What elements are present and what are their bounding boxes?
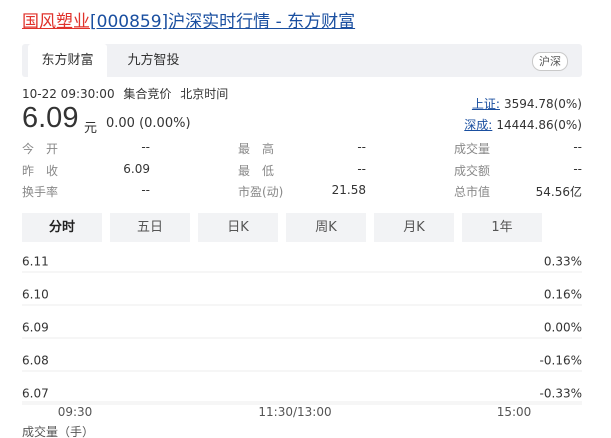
stat-label-open: 今 开	[22, 142, 59, 156]
x-tick-label: 15:00	[497, 405, 532, 419]
price-change: 0.00 (0.00%)	[106, 116, 191, 131]
stat-value-turnover-rate: --	[141, 183, 150, 197]
stat-value-low: --	[357, 162, 366, 176]
intraday-chart: 6.11 6.10 6.09 6.08 6.07 0.33% 0.16% 0.00% -0.16…	[22, 255, 582, 438]
page-title[interactable]: 国风塑业[000859]沪深实时行情 - 东方财富	[22, 10, 355, 34]
volume-panel-label: 成交量（手）	[22, 424, 94, 438]
y-right-tick-label: 0.16%	[544, 288, 582, 302]
index-value: 3594.78(0%)	[503, 97, 582, 111]
stat-label-low: 最 低	[238, 164, 275, 178]
y-tick-label: 6.09	[22, 321, 49, 335]
tab-jiufangzhitou[interactable]: 九方智投	[114, 44, 193, 77]
current-price: 6.09	[22, 102, 79, 134]
stat-value-prev-close: 6.09	[123, 162, 150, 176]
quote-timezone: 北京时间	[180, 87, 229, 101]
index-shanghai[interactable]: 上证: 3594.78(0%)	[472, 95, 582, 112]
tab-intraday[interactable]: 分时	[22, 213, 102, 242]
tab-one-year[interactable]: 1年	[462, 213, 542, 242]
stat-value-turnover: --	[573, 162, 582, 176]
title-link[interactable]: [000859]沪深实时行情 - 东方财富	[90, 12, 355, 32]
index-name[interactable]: 深成:	[464, 118, 492, 132]
stat-label-market-cap: 总市值	[454, 185, 491, 199]
tab-monthly-k[interactable]: 月K	[374, 213, 454, 242]
index-shenzhen[interactable]: 深成: 14444.86(0%)	[464, 116, 582, 133]
stat-value-market-cap: 54.56亿	[535, 185, 582, 199]
stat-label-turnover-rate: 换手率	[22, 185, 59, 199]
source-tab-bar: 东方财富 九方智投 沪深	[22, 44, 582, 77]
stat-value-open: --	[141, 140, 150, 154]
stat-label-turnover: 成交额	[454, 164, 491, 178]
stat-value-volume: --	[573, 140, 582, 154]
y-right-tick-label: 0.33%	[544, 255, 582, 269]
market-badge[interactable]: 沪深	[532, 52, 568, 71]
x-tick-label: 09:30	[58, 405, 93, 419]
x-tick-label: 11:30/13:00	[258, 405, 331, 419]
stat-value-high: --	[357, 140, 366, 154]
tab-weekly-k[interactable]: 周K	[286, 213, 366, 242]
y-tick-label: 6.11	[22, 255, 49, 269]
quote-time: 10-22 09:30:00	[22, 87, 115, 101]
stat-value-pe: 21.58	[331, 183, 366, 197]
stat-label-high: 最 高	[238, 142, 275, 156]
stat-label-volume: 成交量	[454, 142, 491, 156]
index-value: 14444.86(0%)	[496, 118, 582, 132]
tab-dongfangcaifu[interactable]: 东方财富	[28, 44, 107, 77]
y-right-tick-label: 0.00%	[544, 321, 582, 335]
stock-name-link[interactable]: 国风塑业	[22, 12, 90, 32]
index-name[interactable]: 上证:	[472, 97, 500, 111]
y-tick-label: 6.10	[22, 288, 49, 302]
tab-five-day[interactable]: 五日	[110, 213, 190, 242]
quote-status: 集合竞价	[123, 87, 172, 101]
stat-label-prev-close: 昨 收	[22, 164, 59, 178]
y-right-tick-label: -0.16%	[540, 354, 582, 368]
y-tick-label: 6.07	[22, 387, 49, 401]
y-tick-label: 6.08	[22, 354, 49, 368]
quote-time-line: 10-22 09:30:00 集合竞价 北京时间	[22, 85, 233, 102]
y-right-tick-label: -0.33%	[540, 387, 582, 401]
price-unit: 元	[84, 121, 98, 136]
tab-daily-k[interactable]: 日K	[198, 213, 278, 242]
stat-label-pe: 市盈(动)	[238, 185, 284, 199]
